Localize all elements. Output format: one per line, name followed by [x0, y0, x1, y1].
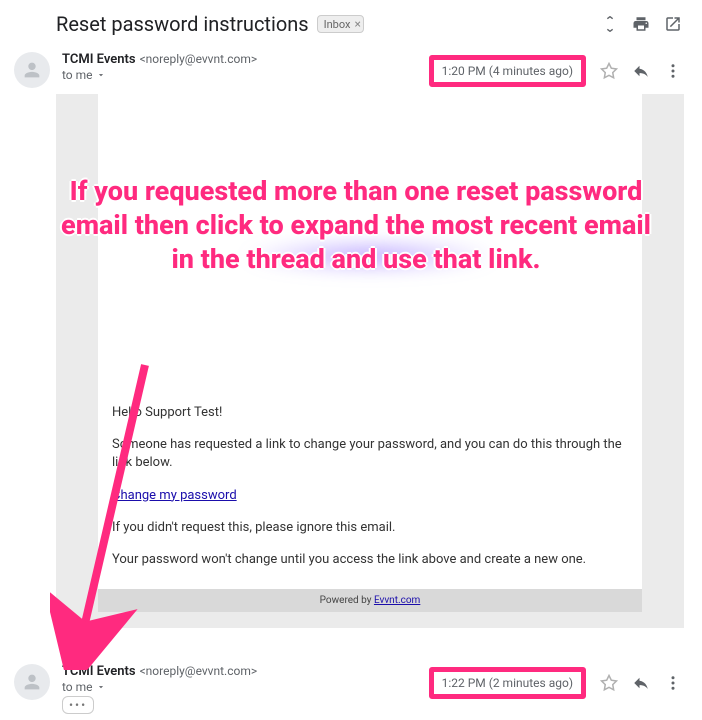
powered-by: Powered by Evvnt.com — [98, 589, 642, 612]
timestamp-2: 1:22 PM (2 minutes ago) — [429, 667, 586, 699]
more-icon[interactable] — [664, 62, 682, 80]
chevron-down-icon — [96, 70, 106, 80]
timestamp-1: 1:20 PM (4 minutes ago) — [429, 55, 586, 87]
inbox-label[interactable]: Inbox × — [317, 15, 364, 33]
sender-line: TCMI Events <noreply@evvnt.com> — [62, 52, 417, 67]
change-password-link[interactable]: Change my password — [112, 488, 237, 503]
avatar — [14, 52, 50, 88]
message-2-header[interactable]: TCMI Events <noreply@evvnt.com> to me ••… — [0, 656, 702, 720]
expand-trimmed-icon[interactable]: ••• — [62, 696, 94, 714]
expand-icon[interactable] — [602, 16, 618, 32]
greeting: Hello Support Test! — [112, 404, 628, 422]
more-icon[interactable] — [664, 674, 682, 692]
sender-name: TCMI Events — [62, 664, 136, 679]
to-line[interactable]: to me — [62, 680, 417, 694]
print-icon[interactable] — [632, 15, 650, 33]
inbox-label-text: Inbox — [324, 18, 351, 31]
to-text: to me — [62, 680, 93, 694]
subject-actions — [602, 15, 682, 33]
open-new-icon[interactable] — [664, 15, 682, 33]
star-icon[interactable] — [600, 62, 618, 80]
to-text: to me — [62, 68, 93, 82]
sender-email: <noreply@evvnt.com> — [140, 664, 258, 678]
chevron-down-icon — [96, 682, 106, 692]
body-p3: Your password won't change until you acc… — [112, 551, 628, 569]
sender-block: TCMI Events <noreply@evvnt.com> to me ••… — [62, 664, 417, 714]
reply-icon[interactable] — [632, 674, 650, 692]
close-icon[interactable]: × — [354, 17, 360, 31]
message-actions: 1:22 PM (2 minutes ago) — [429, 664, 682, 699]
reply-icon[interactable] — [632, 62, 650, 80]
star-icon[interactable] — [600, 674, 618, 692]
evvnt-link[interactable]: Evvnt.com — [374, 595, 420, 606]
sender-name: TCMI Events — [62, 52, 136, 67]
message-1-body: Hello Support Test! Someone has requeste… — [56, 94, 684, 628]
body-p2: If you didn't request this, please ignor… — [112, 519, 628, 537]
to-line[interactable]: to me — [62, 68, 417, 82]
subject-row: Reset password instructions Inbox × — [0, 0, 702, 44]
body-p1: Someone has requested a link to change y… — [112, 436, 628, 472]
sender-email: <noreply@evvnt.com> — [140, 52, 258, 66]
logo-placeholder — [112, 114, 628, 274]
avatar — [14, 664, 50, 700]
subject-text: Reset password instructions — [56, 12, 309, 36]
message-actions: 1:20 PM (4 minutes ago) — [429, 52, 682, 87]
email-content: Hello Support Test! Someone has requeste… — [98, 94, 642, 589]
message-1-header: TCMI Events <noreply@evvnt.com> to me 1:… — [0, 44, 702, 94]
sender-line: TCMI Events <noreply@evvnt.com> — [62, 664, 417, 679]
sender-block: TCMI Events <noreply@evvnt.com> to me — [62, 52, 417, 82]
